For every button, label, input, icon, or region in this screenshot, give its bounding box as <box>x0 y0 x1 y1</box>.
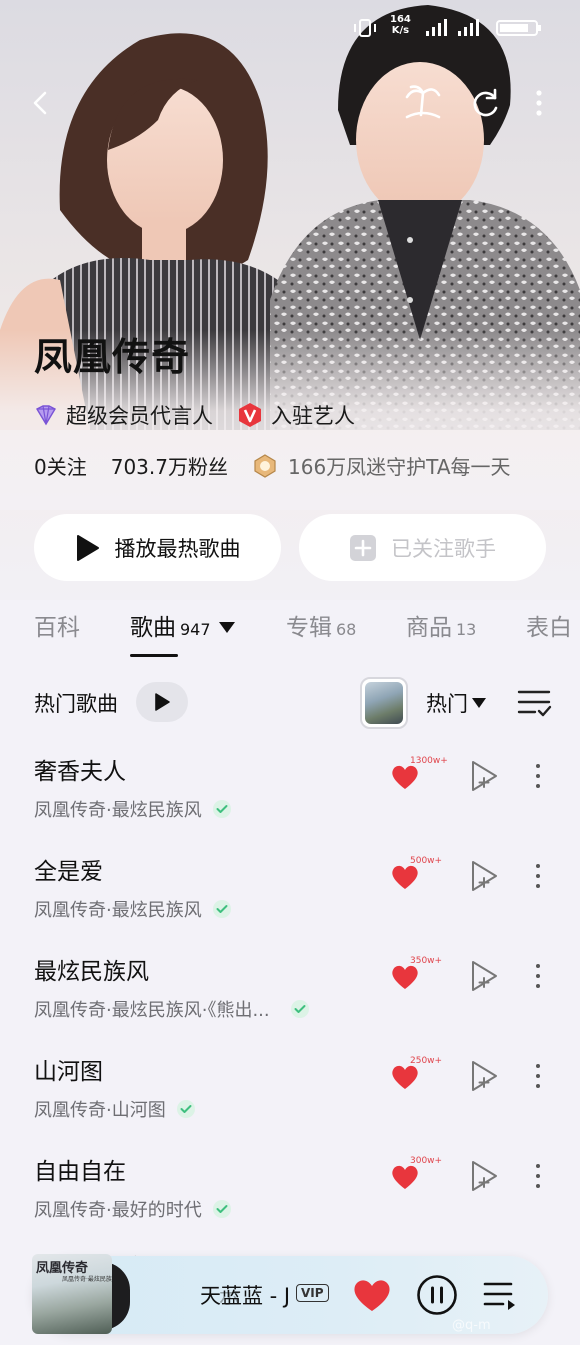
song-heat-count: 250w+ <box>410 1056 443 1066</box>
add-to-playlist-icon[interactable] <box>470 960 500 992</box>
diamond-icon <box>34 403 58 427</box>
like-heart-icon[interactable] <box>390 762 420 792</box>
song-subtitle: 凤凰传奇·最炫民族风·《熊出... <box>34 996 310 1022</box>
song-row[interactable]: 山河图 凤凰传奇·山河图 250w+ <box>0 1052 580 1148</box>
song-row[interactable]: 最炫民族风 凤凰传奇·最炫民族风·《熊出... 350w+ <box>0 952 580 1048</box>
follow-artist-button[interactable]: 已关注歌手 <box>299 514 546 581</box>
song-heat-count: 500w+ <box>410 856 443 866</box>
more-vertical-icon <box>536 90 542 116</box>
song-title: 奢香夫人 <box>34 759 126 785</box>
share-button[interactable] <box>462 80 508 126</box>
signal-icon <box>426 19 447 36</box>
artist-header: 164 K/s 凤凰传奇 超级会员代言人 入驻艺人 0关注 703.7万粉丝 1… <box>0 0 580 600</box>
super-member-badge[interactable]: 超级会员代言人 <box>34 400 213 430</box>
play-icon <box>75 534 101 562</box>
play-all-button[interactable] <box>136 682 188 722</box>
active-tab-indicator <box>130 654 178 657</box>
add-to-playlist-icon[interactable] <box>470 1160 500 1192</box>
song-subtitle: 凤凰传奇·最炫民族风 <box>34 796 232 822</box>
verified-check-icon <box>176 1099 196 1119</box>
song-heat-count: 1300w+ <box>410 756 448 766</box>
artist-stats: 0关注 703.7万粉丝 166万凤迷守护TA每一天 <box>34 451 580 480</box>
song-row[interactable]: 奢香夫人 凤凰传奇·最炫民族风 1300w+ <box>0 752 580 848</box>
back-arrow-icon <box>33 91 47 115</box>
artist-badges: 超级会员代言人 入驻艺人 <box>34 400 379 430</box>
song-title: 自由自在 <box>34 1159 126 1185</box>
multi-select-icon[interactable] <box>516 684 552 720</box>
settled-artist-badge[interactable]: 入驻艺人 <box>237 400 355 430</box>
song-title: 最炫民族风 <box>34 959 149 985</box>
song-more-button[interactable] <box>526 760 550 792</box>
battery-icon <box>496 20 541 36</box>
artist-name: 凤凰传奇 <box>34 335 191 379</box>
tab-products[interactable]: 商品 13 <box>406 608 476 642</box>
vibrate-icon <box>354 19 376 37</box>
caret-down-icon <box>472 698 486 708</box>
verified-check-icon <box>290 999 310 1019</box>
song-title: 山河图 <box>34 1059 103 1085</box>
song-row[interactable]: 自由自在 凤凰传奇·最好的时代 300w+ <box>0 1152 580 1248</box>
verified-check-icon <box>212 1199 232 1219</box>
watermark: @q-m <box>452 1318 491 1333</box>
song-more-button[interactable] <box>526 1160 550 1192</box>
status-bar: 164 K/s <box>0 10 580 44</box>
hot-songs-label: 热门歌曲 <box>34 692 118 716</box>
song-subtitle: 凤凰传奇·山河图 <box>34 1096 196 1122</box>
pause-icon[interactable] <box>416 1274 458 1316</box>
tab-albums[interactable]: 专辑 68 <box>286 608 356 642</box>
tab-confession[interactable]: 表白 <box>526 608 572 642</box>
song-heat-count: 350w+ <box>410 956 443 966</box>
like-heart-icon[interactable] <box>390 962 420 992</box>
network-speed: 164 K/s <box>390 14 411 36</box>
plus-square-icon <box>349 534 377 562</box>
play-hot-songs-button[interactable]: 播放最热歌曲 <box>34 514 281 581</box>
album-filter-thumbnail[interactable] <box>360 677 408 729</box>
artist-tabs: 百科 歌曲 947 专辑 68 商品 13 表白 <box>0 608 580 660</box>
verified-check-icon <box>212 899 232 919</box>
play-icon <box>155 693 170 711</box>
caret-down-icon <box>218 622 235 633</box>
fans-count[interactable]: 703.7万粉丝 <box>111 451 228 480</box>
refresh-icon <box>473 88 498 117</box>
verified-v-icon <box>237 402 263 428</box>
following-count[interactable]: 0关注 <box>34 451 87 480</box>
song-more-button[interactable] <box>526 1060 550 1092</box>
song-subtitle: 凤凰传奇·最炫民族风 <box>34 896 232 922</box>
add-to-playlist-icon[interactable] <box>470 760 500 792</box>
song-list-toolbar: 热门歌曲 热门 <box>0 670 580 734</box>
palm-tree-icon <box>405 85 441 119</box>
more-options-button[interactable] <box>516 80 562 126</box>
song-heat-count: 300w+ <box>410 1156 443 1166</box>
add-to-playlist-icon[interactable] <box>470 860 500 892</box>
back-button[interactable] <box>18 80 64 126</box>
sort-dropdown[interactable]: 热门 <box>426 688 486 718</box>
now-playing-cover[interactable]: 凤凰传奇 凤凰传奇·最炫民族风 <box>32 1254 112 1334</box>
player-like-heart-icon[interactable] <box>352 1276 392 1314</box>
playlist-queue-icon[interactable] <box>482 1278 518 1312</box>
like-heart-icon[interactable] <box>390 1162 420 1192</box>
now-playing-title: 天蓝蓝 - J <box>200 1284 291 1308</box>
like-heart-icon[interactable] <box>390 1062 420 1092</box>
song-title: 全是爱 <box>34 859 103 885</box>
tab-songs[interactable]: 歌曲 947 <box>130 608 235 642</box>
signal-icon-2 <box>458 19 479 36</box>
verified-check-icon <box>212 799 232 819</box>
song-more-button[interactable] <box>526 860 550 892</box>
top-nav <box>0 80 580 126</box>
add-to-playlist-icon[interactable] <box>470 1060 500 1092</box>
song-more-button[interactable] <box>526 960 550 992</box>
tab-wiki[interactable]: 百科 <box>34 608 80 642</box>
fan-group-icon <box>252 453 278 479</box>
island-button[interactable] <box>400 80 446 126</box>
song-row[interactable]: 全是爱 凤凰传奇·最炫民族风 500w+ <box>0 852 580 948</box>
vip-badge: VIP <box>296 1284 329 1302</box>
fan-group-text[interactable]: 166万凤迷守护TA每一天 <box>288 451 511 480</box>
song-subtitle: 凤凰传奇·最好的时代 <box>34 1196 232 1222</box>
like-heart-icon[interactable] <box>390 862 420 892</box>
